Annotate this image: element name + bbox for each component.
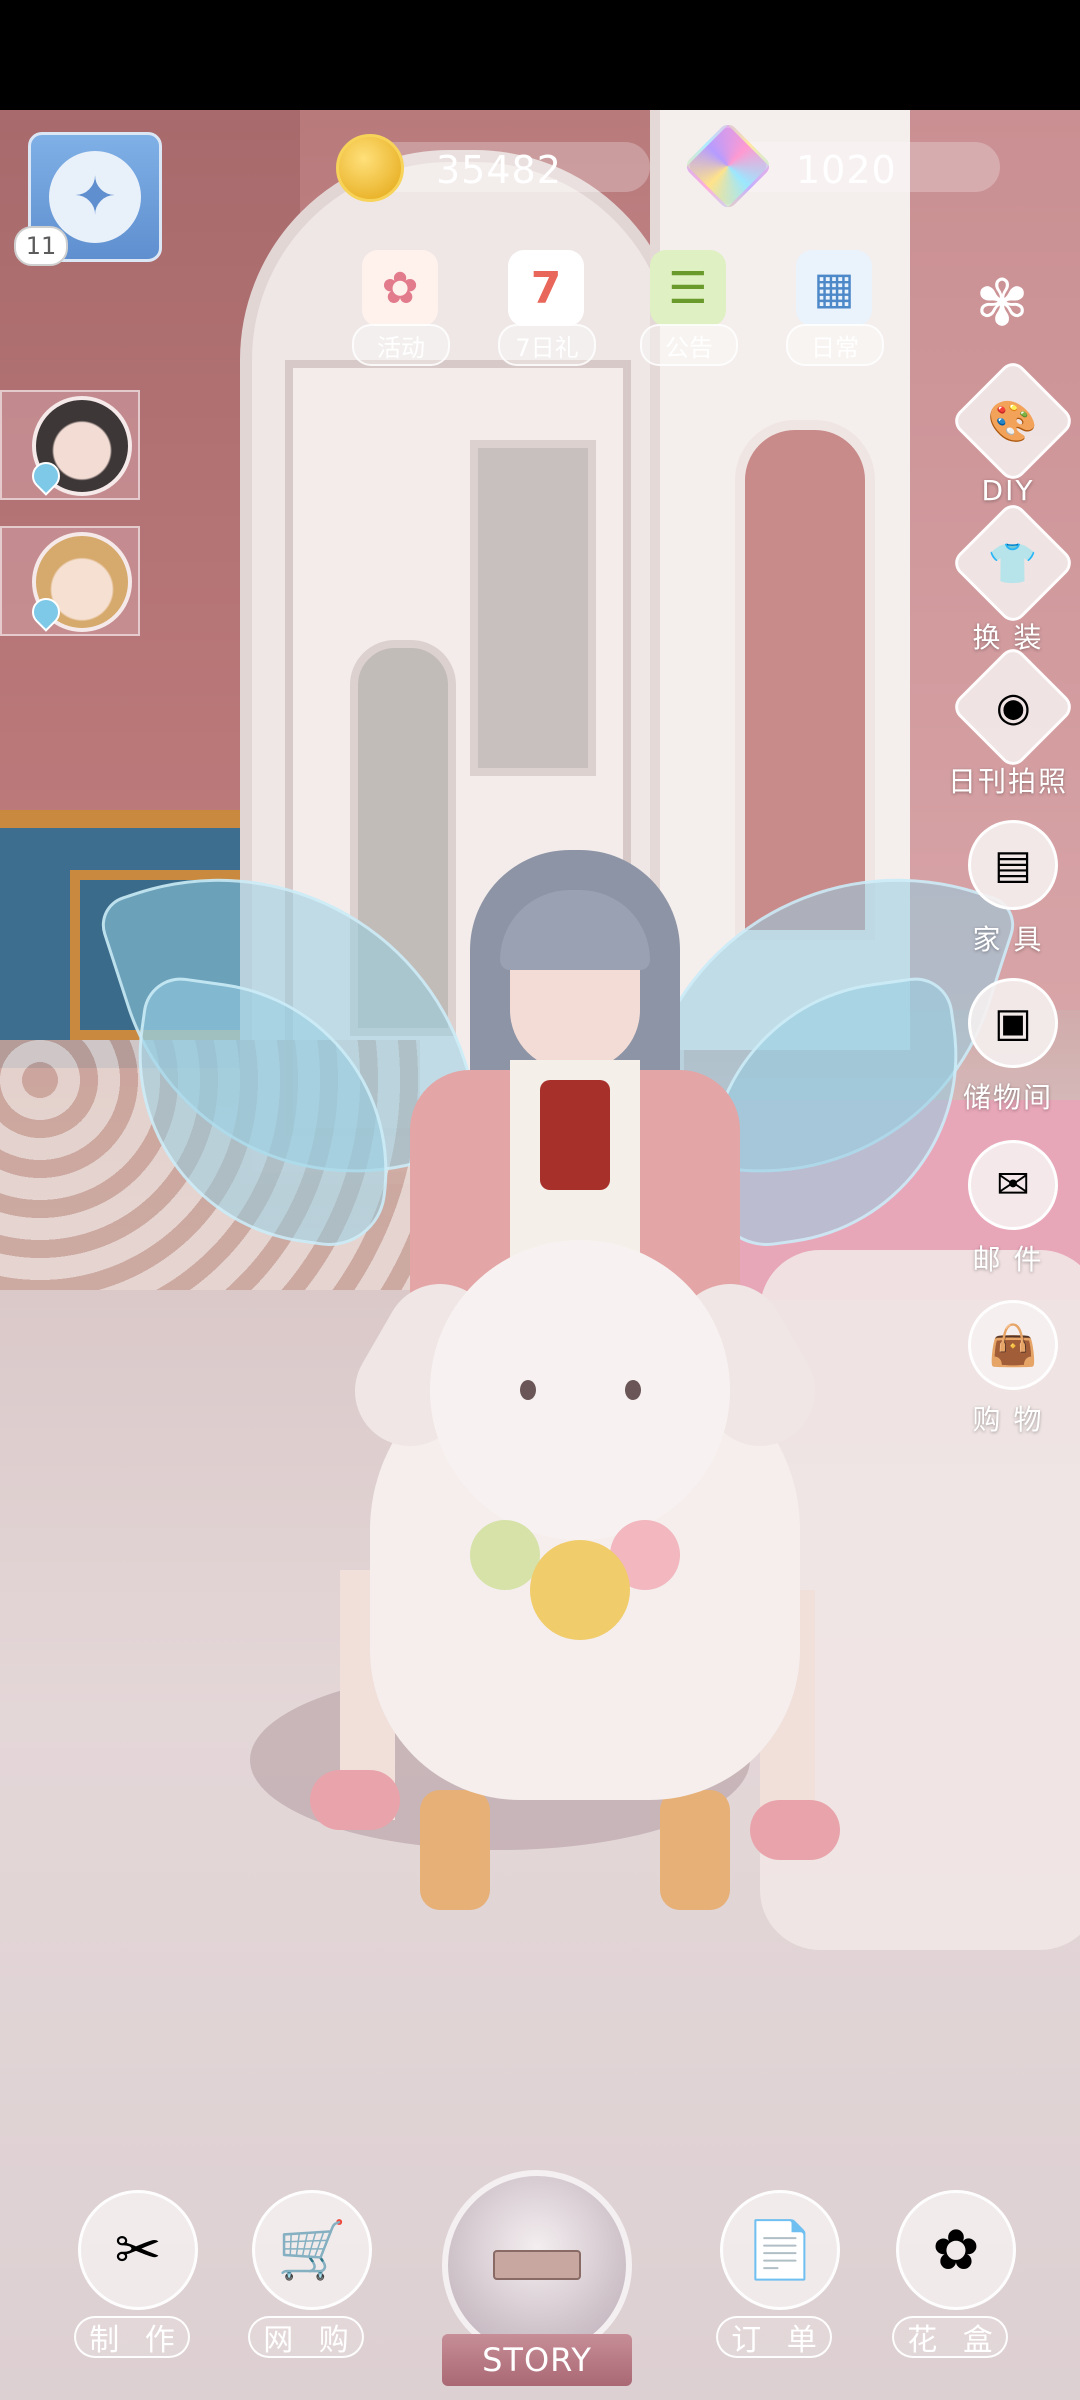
pompom bbox=[530, 1540, 630, 1640]
online-shop-button[interactable]: 🛒 网 购 bbox=[244, 2190, 374, 2360]
storage-label: 储物间 bbox=[962, 1081, 1053, 1114]
pompom bbox=[470, 1520, 540, 1590]
shopping-cart-icon: 🛒 bbox=[252, 2190, 372, 2310]
orders-button[interactable]: 📄 订 单 bbox=[712, 2190, 842, 2360]
seven-day-gift-icon: 7 bbox=[508, 250, 584, 326]
outfit-button[interactable]: 👕 换 装 bbox=[948, 499, 1077, 668]
notice-icon: ☰ bbox=[650, 250, 726, 326]
daily-button[interactable]: ▦ 日常 bbox=[784, 250, 884, 368]
diy-label: DIY bbox=[981, 474, 1035, 507]
cabinet-icon: ▤ bbox=[968, 820, 1058, 910]
friend-avatar-1[interactable] bbox=[0, 390, 140, 500]
story-signpost bbox=[493, 2250, 581, 2280]
outfit-icon: 👕 bbox=[949, 499, 1077, 627]
camera-icon: ◉ bbox=[949, 643, 1077, 771]
online-shop-label: 网 购 bbox=[248, 2316, 364, 2358]
palette-icon: 🎨 bbox=[949, 357, 1077, 485]
storage-icon: ▣ bbox=[968, 978, 1058, 1068]
diy-button[interactable]: 🎨 DIY bbox=[948, 357, 1077, 526]
furniture-button[interactable]: ▤ 家 具 bbox=[948, 820, 1068, 970]
gem-currency[interactable]: 1020 bbox=[682, 120, 1000, 212]
craft-scissors-icon: ✂ bbox=[78, 2190, 198, 2310]
mail-button[interactable]: ✉ 邮 件 bbox=[948, 1140, 1068, 1290]
character-shoe bbox=[750, 1800, 840, 1860]
flower-box-icon: ✿ bbox=[896, 2190, 1016, 2310]
story-globe-icon bbox=[442, 2170, 632, 2360]
shopping-button[interactable]: 👜 购 物 bbox=[948, 1300, 1068, 1450]
player-character[interactable] bbox=[94, 810, 1022, 1930]
daily-photo-label: 日刊拍照 bbox=[948, 765, 1069, 798]
order-paper-icon: 📄 bbox=[720, 2190, 840, 2310]
seven-day-gift-label: 7日礼 bbox=[498, 324, 596, 366]
seven-day-gift-button[interactable]: 7 7日礼 bbox=[496, 250, 596, 368]
activity-icon: ✿ bbox=[362, 250, 438, 326]
daily-photo-button[interactable]: ◉ 日刊拍照 bbox=[948, 643, 1077, 812]
mail-label: 邮 件 bbox=[972, 1243, 1044, 1276]
daily-label: 日常 bbox=[786, 324, 884, 366]
character-ribbon bbox=[540, 1080, 610, 1190]
settings-flower-icon[interactable]: ✾ bbox=[970, 272, 1034, 336]
sheep-eye bbox=[520, 1380, 536, 1400]
gold-coin-icon bbox=[336, 134, 404, 202]
orders-label: 订 单 bbox=[716, 2316, 832, 2358]
daily-calendar-icon: ▦ bbox=[796, 250, 872, 326]
gold-amount: 35482 bbox=[436, 148, 562, 192]
friend-avatar-2[interactable] bbox=[0, 526, 140, 636]
status-bar bbox=[0, 0, 1080, 110]
door-window bbox=[470, 440, 596, 776]
rocking-horse-base bbox=[420, 1790, 490, 1910]
sheep-rocker-head bbox=[430, 1240, 730, 1540]
gold-currency[interactable]: 35482 bbox=[336, 134, 650, 202]
flower-box-button[interactable]: ✿ 花 盒 bbox=[888, 2190, 1018, 2360]
gem-amount: 1020 bbox=[796, 148, 897, 192]
notice-button[interactable]: ☰ 公告 bbox=[638, 250, 738, 368]
mail-icon: ✉ bbox=[968, 1140, 1058, 1230]
activity-button[interactable]: ✿ 活动 bbox=[350, 250, 450, 368]
character-shoe bbox=[310, 1770, 400, 1830]
activity-label: 活动 bbox=[352, 324, 450, 366]
avatar-emblem-icon: ✦ bbox=[49, 151, 141, 243]
rocking-horse-base bbox=[660, 1790, 730, 1910]
notice-label: 公告 bbox=[640, 324, 738, 366]
flower-box-label: 花 盒 bbox=[892, 2316, 1008, 2358]
sheep-eye bbox=[625, 1380, 641, 1400]
story-label: STORY bbox=[442, 2334, 632, 2386]
furniture-label: 家 具 bbox=[972, 923, 1044, 956]
shopping-label: 购 物 bbox=[972, 1403, 1044, 1436]
craft-button[interactable]: ✂ 制 作 bbox=[70, 2190, 200, 2360]
shopping-bag-icon: 👜 bbox=[968, 1300, 1058, 1390]
room-scene bbox=[0, 110, 1080, 2400]
story-button[interactable]: STORY bbox=[442, 2170, 632, 2390]
player-level-badge: 11 bbox=[14, 226, 68, 266]
craft-label: 制 作 bbox=[74, 2316, 190, 2358]
storage-button[interactable]: ▣ 储物间 bbox=[948, 978, 1068, 1128]
